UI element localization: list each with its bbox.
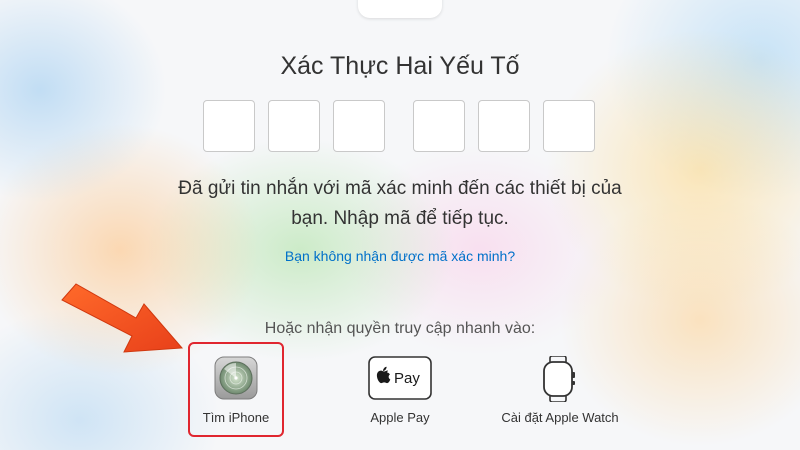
page-title: Xác Thực Hai Yếu Tố bbox=[280, 52, 520, 80]
quick-access-apple-watch[interactable]: Cài đặt Apple Watch bbox=[485, 342, 635, 437]
verification-message: Đã gửi tin nhắn với mã xác minh đến các … bbox=[100, 174, 700, 234]
quick-access-label-apple-watch: Cài đặt Apple Watch bbox=[501, 410, 619, 425]
code-digit-3[interactable] bbox=[333, 100, 385, 152]
apple-pay-icon: Pay bbox=[368, 356, 432, 400]
svg-text:Pay: Pay bbox=[394, 370, 420, 387]
code-digit-1[interactable] bbox=[203, 100, 255, 152]
code-digit-6[interactable] bbox=[543, 100, 595, 152]
message-line-1: Đã gửi tin nhắn với mã xác minh đến các … bbox=[178, 178, 622, 199]
code-digit-5[interactable] bbox=[478, 100, 530, 152]
code-digit-4[interactable] bbox=[413, 100, 465, 152]
quick-access-label-apple-pay: Apple Pay bbox=[370, 410, 430, 425]
quick-access-apple-pay[interactable]: Pay Apple Pay bbox=[355, 342, 445, 437]
device-tab bbox=[358, 0, 442, 18]
apple-watch-icon bbox=[543, 356, 575, 402]
message-line-2: bạn. Nhập mã để tiếp tục. bbox=[291, 208, 509, 229]
resend-code-link[interactable]: Bạn không nhận được mã xác minh? bbox=[0, 248, 800, 264]
quick-access-find-iphone[interactable]: Tìm iPhone bbox=[188, 342, 284, 437]
code-digit-2[interactable] bbox=[268, 100, 320, 152]
pointer-arrow-icon bbox=[61, 283, 184, 353]
find-iphone-icon bbox=[214, 356, 258, 400]
quick-access-label-find-iphone: Tìm iPhone bbox=[202, 410, 270, 425]
verification-code-inputs bbox=[0, 100, 800, 154]
